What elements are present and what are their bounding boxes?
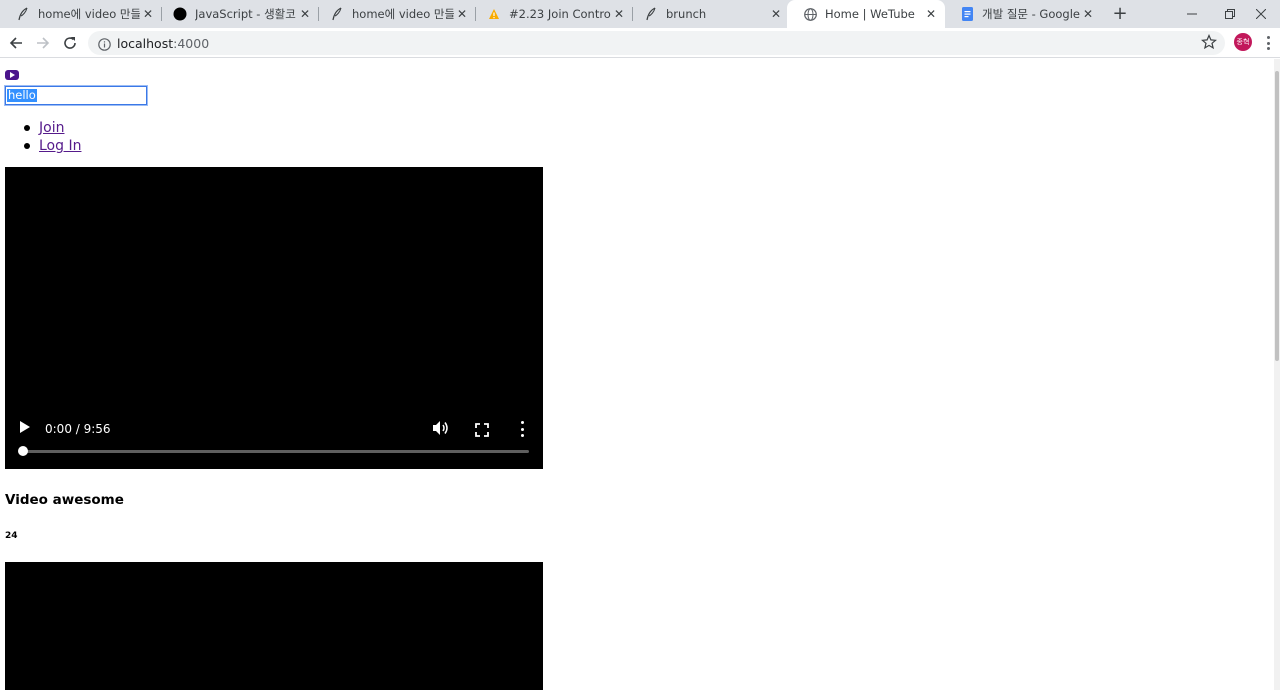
info-icon[interactable] [98, 36, 111, 55]
tab-title: home에 video 만들기 [38, 7, 140, 21]
video-title[interactable]: Video awesome [5, 492, 124, 508]
circle-icon [173, 7, 187, 21]
close-window-icon[interactable] [1242, 0, 1280, 28]
feather-icon [644, 7, 658, 21]
reload-icon[interactable] [60, 33, 80, 53]
fullscreen-icon[interactable] [475, 422, 489, 437]
new-tab-button[interactable]: + [1110, 4, 1130, 24]
video-views: 24 [5, 531, 18, 541]
seek-handle[interactable] [18, 446, 28, 456]
close-icon[interactable]: ✕ [611, 6, 627, 22]
tab-2[interactable]: home에 video 만들기 ✕ [314, 0, 476, 28]
video-time: 0:00 / 9:56 [45, 422, 111, 436]
tab-title: 개발 질문 - Google 문 [982, 7, 1080, 21]
close-icon[interactable]: ✕ [1080, 6, 1096, 22]
tab-4[interactable]: brunch ✕ [628, 0, 790, 28]
close-icon[interactable]: ✕ [140, 6, 156, 22]
browser-menu-icon[interactable] [1262, 34, 1274, 52]
tab-title: JavaScript - 생활코딩 [195, 7, 297, 21]
browser-toolbar: localhost:4000 종혁 [0, 28, 1280, 58]
url-text: localhost:4000 [117, 36, 209, 51]
video-player[interactable]: 0:00 / 9:56 [5, 167, 543, 469]
back-arrow-icon[interactable] [6, 33, 26, 53]
tab-strip: home에 video 만들기 ✕ JavaScript - 생활코딩 ✕ ho… [0, 0, 1280, 28]
tab-5-active[interactable]: Home | WeTube ✕ [787, 0, 945, 28]
globe-icon [803, 7, 817, 21]
address-bar[interactable]: localhost:4000 [88, 31, 1225, 55]
feather-icon [16, 7, 30, 21]
forward-arrow-icon[interactable] [33, 33, 53, 53]
page-content: hello Join Log In 0:00 / 9:56 Video awes… [0, 59, 1274, 690]
tab-3[interactable]: #2.23 Join Controller ✕ [471, 0, 633, 28]
login-link[interactable]: Log In [39, 137, 81, 155]
logo-icon[interactable] [5, 70, 19, 80]
scrollbar-thumb[interactable] [1275, 71, 1279, 361]
tab-1[interactable]: JavaScript - 생활코딩 ✕ [157, 0, 319, 28]
bookmark-star-icon[interactable] [1201, 33, 1217, 54]
join-link[interactable]: Join [39, 119, 64, 137]
tab-title: home에 video 만들기 [352, 7, 454, 21]
feather-icon [330, 7, 344, 21]
url-host: localhost [117, 36, 174, 51]
close-icon[interactable]: ✕ [768, 6, 784, 22]
close-icon[interactable]: ✕ [454, 6, 470, 22]
docs-icon [960, 7, 974, 21]
profile-avatar[interactable]: 종혁 [1234, 33, 1252, 51]
tab-title: Home | WeTube [825, 7, 915, 21]
close-icon[interactable]: ✕ [297, 6, 313, 22]
tab-title: #2.23 Join Controller [509, 7, 611, 21]
warning-icon [487, 7, 501, 21]
search-selected-text: hello [7, 88, 37, 102]
play-icon[interactable] [20, 421, 30, 433]
tab-title: brunch [666, 7, 707, 21]
url-port: :4000 [173, 36, 210, 51]
close-icon[interactable]: ✕ [923, 6, 939, 22]
minimize-icon[interactable] [1173, 0, 1211, 28]
tab-0[interactable]: home에 video 만들기 ✕ [0, 0, 162, 28]
video-menu-icon[interactable] [519, 421, 525, 437]
page-scrollbar[interactable] [1274, 59, 1280, 690]
seek-bar[interactable] [23, 450, 529, 453]
tab-6[interactable]: 개발 질문 - Google 문 ✕ [944, 0, 1102, 28]
volume-icon[interactable] [432, 420, 450, 436]
video-player-2[interactable] [5, 562, 543, 690]
